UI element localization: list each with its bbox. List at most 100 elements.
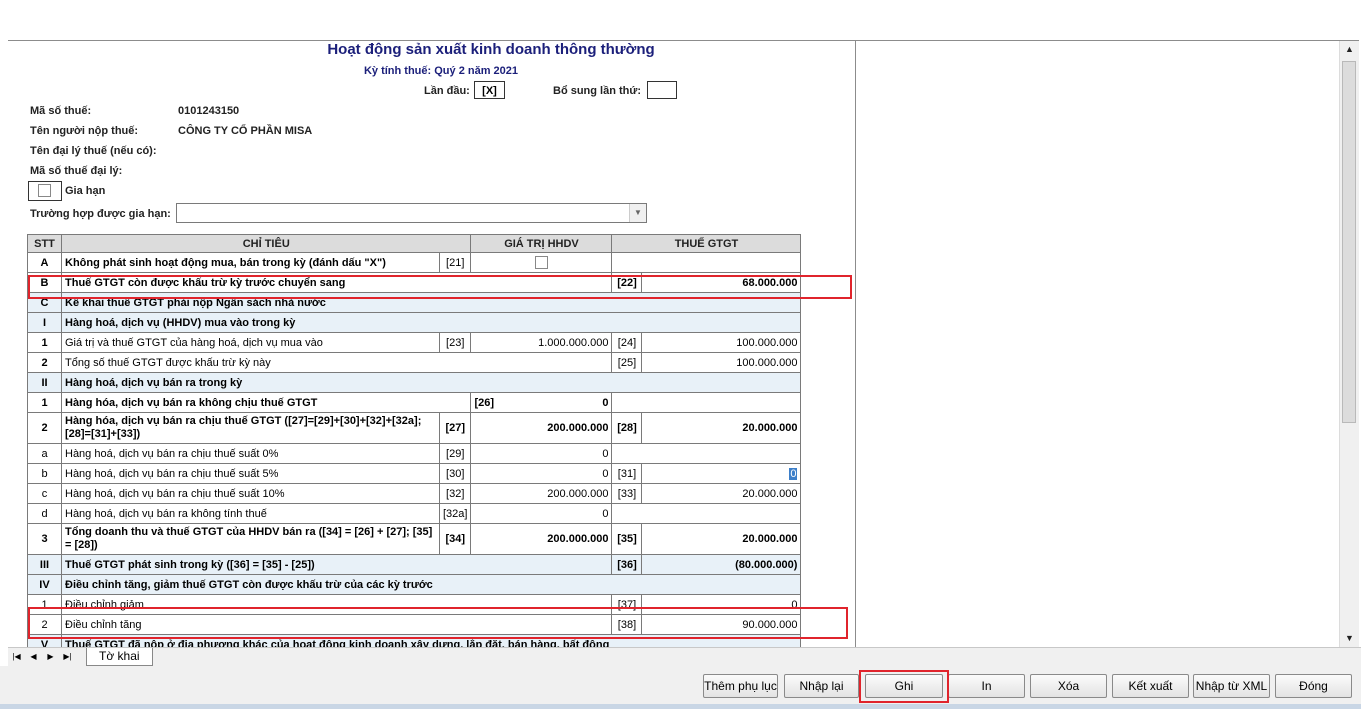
vat-38-field[interactable]: 90.000.000 xyxy=(641,614,802,635)
scroll-down-icon[interactable]: ▼ xyxy=(1340,630,1359,647)
no-activity-cell[interactable] xyxy=(470,252,613,273)
chevron-down-icon[interactable]: ▼ xyxy=(629,204,646,222)
row-code: [25] xyxy=(611,352,643,373)
row-code: [26] xyxy=(474,396,495,409)
table-row: 1 Điều chỉnh giảm [37] 0 xyxy=(27,594,802,615)
add-appendix-button[interactable]: Thêm phụ lục xyxy=(703,674,778,698)
row-code: [31] xyxy=(611,463,643,484)
table-row: I Hàng hoá, dịch vụ (HHDV) mua vào trong… xyxy=(27,312,802,333)
row-stt: II xyxy=(27,372,62,393)
tax-period: Kỳ tính thuế: Quý 2 năm 2021 xyxy=(363,65,519,77)
import-xml-button[interactable]: Nhập từ XML xyxy=(1193,674,1270,698)
row-text: Hàng hoá, dịch vụ bán ra trong kỳ xyxy=(60,372,802,393)
delete-button[interactable]: Xóa xyxy=(1030,674,1107,698)
row-text: Giá trị và thuế GTGT của hàng hoá, dịch … xyxy=(61,332,440,353)
row-text: Điều chỉnh tăng xyxy=(60,614,613,635)
row-text: Hàng hoá, dịch vụ bán ra chịu thuế suất … xyxy=(61,483,440,504)
row-code: [21] xyxy=(438,252,472,273)
table-row: B Thuế GTGT còn được khấu trừ kỳ trước c… xyxy=(27,272,802,293)
vertical-scrollbar[interactable]: ▲ ▼ xyxy=(1339,41,1359,647)
table-row: C Kê khai thuế GTGT phải nộp Ngân sách n… xyxy=(27,292,802,313)
row-text: Điều chỉnh tăng, giảm thuế GTGT còn được… xyxy=(60,574,802,595)
table-row: d Hàng hoá, dịch vụ bán ra không tính th… xyxy=(27,503,802,524)
extension-checkbox-box[interactable] xyxy=(28,181,62,201)
value-23-field[interactable]: 1.000.000.000 xyxy=(470,332,613,353)
row-code: [22] xyxy=(611,272,643,293)
row-code: [24] xyxy=(611,332,643,353)
value-32-field[interactable]: 200.000.000 xyxy=(470,483,613,504)
row-code: [35] xyxy=(611,523,643,555)
next-sheet-icon[interactable]: ▶ xyxy=(45,651,56,663)
row-stt: 1 xyxy=(27,392,62,413)
row-stt: 1 xyxy=(27,332,62,353)
header-vat: THUẾ GTGT xyxy=(611,234,802,253)
row-stt: B xyxy=(27,272,62,293)
row-stt: 2 xyxy=(27,614,62,635)
vat-24-field[interactable]: 100.000.000 xyxy=(641,332,802,353)
row-code: [34] xyxy=(438,523,472,555)
row-code: [29] xyxy=(438,443,472,464)
scrollbar-thumb[interactable] xyxy=(1342,61,1356,423)
no-activity-checkbox[interactable] xyxy=(534,256,548,269)
export-button[interactable]: Kết xuất xyxy=(1112,674,1189,698)
table-row: a Hàng hoá, dịch vụ bán ra chịu thuế suấ… xyxy=(27,443,802,464)
tab-declaration[interactable]: Tờ khai xyxy=(86,648,153,666)
table-row: II Hàng hoá, dịch vụ bán ra trong kỳ xyxy=(27,372,802,393)
table-row: 1 Hàng hóa, dịch vụ bán ra không chịu th… xyxy=(27,392,802,413)
vat-35-field: 20.000.000 xyxy=(641,523,802,555)
row-code: [30] xyxy=(438,463,472,484)
row-code: [27] xyxy=(438,412,472,444)
reenter-button[interactable]: Nhập lại xyxy=(784,674,859,698)
table-row: 3 Tổng doanh thu và thuế GTGT của HHDV b… xyxy=(27,523,802,555)
scroll-up-icon[interactable]: ▲ xyxy=(1340,41,1359,58)
table-row: III Thuế GTGT phát sinh trong kỳ ([36] =… xyxy=(27,554,802,575)
table-row: b Hàng hoá, dịch vụ bán ra chịu thuế suấ… xyxy=(27,463,802,484)
vat-31-selected-value[interactable]: 0 xyxy=(789,467,798,480)
top-area xyxy=(0,0,1361,40)
row-text: Hàng hoá, dịch vụ bán ra chịu thuế suất … xyxy=(61,463,440,484)
value-32a-field[interactable]: 0 xyxy=(470,503,613,524)
first-sheet-icon[interactable]: |◀ xyxy=(11,651,22,663)
close-button[interactable]: Đóng xyxy=(1275,674,1352,698)
header-indicator: CHỈ TIÊU xyxy=(60,234,472,253)
value-30-field[interactable]: 0 xyxy=(470,463,613,484)
vat-31-field[interactable]: 0 xyxy=(641,463,802,484)
row-stt: III xyxy=(27,554,62,575)
vat-37-field[interactable]: 0 xyxy=(641,594,802,615)
value-29-field[interactable]: 0 xyxy=(470,443,613,464)
vat-22-field[interactable]: 68.000.000 xyxy=(641,272,802,293)
row-code: [38] xyxy=(611,614,643,635)
supplement-box[interactable] xyxy=(647,81,677,99)
table-row: 1 Giá trị và thuế GTGT của hàng hoá, dịc… xyxy=(27,332,802,353)
last-sheet-icon[interactable]: ▶| xyxy=(62,651,73,663)
row-text: Tổng doanh thu và thuế GTGT của HHDV bán… xyxy=(61,523,440,555)
supplement-label: Bổ sung lần thứ: xyxy=(553,85,642,97)
row-stt: A xyxy=(27,252,62,273)
taxpayer-value: CÔNG TY CỔ PHẦN MISA xyxy=(178,125,313,137)
row-code: [23] xyxy=(438,332,472,353)
agent-code-label: Mã số thuế đại lý: xyxy=(30,165,123,177)
print-button[interactable]: In xyxy=(948,674,1025,698)
row-stt: 1 xyxy=(27,594,62,615)
row-stt: d xyxy=(27,503,62,524)
row-stt: b xyxy=(27,463,62,484)
prev-sheet-icon[interactable]: ◀ xyxy=(28,651,39,663)
first-time-box[interactable]: [X] xyxy=(474,81,505,99)
table-row: 2 Hàng hóa, dịch vụ bán ra chịu thuế GTG… xyxy=(27,412,802,444)
header-stt: STT xyxy=(27,234,62,253)
row-code: [32] xyxy=(438,483,472,504)
vat-declaration-table: STT CHỈ TIÊU GIÁ TRỊ HHDV THUẾ GTGT A Kh… xyxy=(27,234,802,647)
row-stt: 3 xyxy=(27,523,62,555)
row-stt: a xyxy=(27,443,62,464)
extension-case-select[interactable]: ▼ xyxy=(176,203,647,223)
table-row: IV Điều chỉnh tăng, giảm thuế GTGT còn đ… xyxy=(27,574,802,595)
row-stt: V xyxy=(27,634,62,647)
row-stt: c xyxy=(27,483,62,504)
row-text: Hàng hoá, dịch vụ bán ra không tính thuế xyxy=(61,503,440,524)
vat-33-field: 20.000.000 xyxy=(641,483,802,504)
vat-28-field: 20.000.000 xyxy=(641,412,802,444)
extension-checkbox[interactable] xyxy=(38,184,51,197)
save-button[interactable]: Ghi xyxy=(865,674,943,698)
value-26-field[interactable]: [26] 0 xyxy=(470,392,613,413)
table-row: c Hàng hoá, dịch vụ bán ra chịu thuế suấ… xyxy=(27,483,802,504)
